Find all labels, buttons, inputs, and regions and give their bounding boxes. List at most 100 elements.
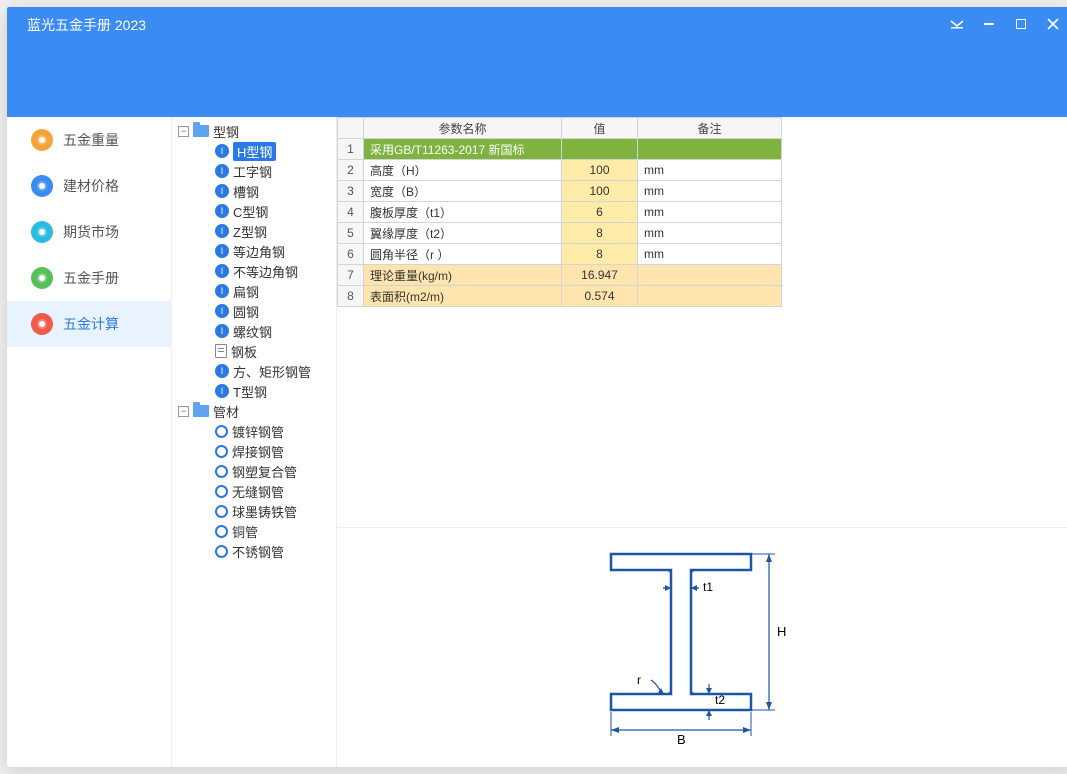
- tree-item[interactable]: 球墨铸铁管: [200, 501, 336, 521]
- tree-item[interactable]: I圆钢: [200, 301, 336, 321]
- info-badge-icon: I: [215, 184, 229, 198]
- tree-item[interactable]: I Z型钢: [200, 221, 336, 241]
- table-row[interactable]: 1采用GB/T11263-2017 新国标: [338, 139, 782, 160]
- tree-item[interactable]: 钢塑复合管: [200, 461, 336, 481]
- ring-icon: [215, 465, 228, 478]
- tree-item-label: 钢塑复合管: [232, 462, 297, 481]
- tree-item-label: Z型钢: [233, 222, 267, 241]
- ring-icon: [215, 545, 228, 558]
- tree-item-label: T型钢: [233, 382, 267, 401]
- collapse-icon[interactable]: −: [178, 126, 189, 137]
- sidebar-item-label: 五金计算: [63, 314, 119, 334]
- sidebar-icon: [31, 267, 53, 289]
- ring-icon: [215, 505, 228, 518]
- row-number: 1: [338, 139, 364, 160]
- param-name: 腹板厚度（t1）: [364, 202, 562, 223]
- minimize-icon: [984, 23, 994, 25]
- table-row[interactable]: 3宽度（B）100mm: [338, 181, 782, 202]
- ring-icon: [215, 525, 228, 538]
- folder-icon: [193, 125, 209, 137]
- param-note: [638, 265, 782, 286]
- tree-item-label: 镀锌钢管: [232, 422, 284, 441]
- sidebar-item-4[interactable]: 五金计算: [7, 301, 171, 347]
- param-value[interactable]: [562, 139, 638, 160]
- param-value[interactable]: 8: [562, 244, 638, 265]
- minimize-button[interactable]: [978, 13, 1000, 35]
- tree-item[interactable]: I螺纹钢: [200, 321, 336, 341]
- tree-item-label: 扁钢: [233, 282, 259, 301]
- sidebar-icon: [31, 221, 53, 243]
- tree-item[interactable]: I 扁钢: [200, 281, 336, 301]
- row-number: 4: [338, 202, 364, 223]
- tree-item[interactable]: I方、矩形钢管: [200, 361, 336, 381]
- param-value[interactable]: 16.947: [562, 265, 638, 286]
- app-window: { "app": { "title": "蓝光五金手册 2023" }, "si…: [7, 7, 1067, 767]
- info-badge-icon: I: [215, 324, 229, 338]
- tree-item[interactable]: 不锈钢管: [200, 541, 336, 561]
- param-name: 采用GB/T11263-2017 新国标: [364, 139, 562, 160]
- table-row[interactable]: 5翼缘厚度（t2）8mm: [338, 223, 782, 244]
- tree-item-label: 铜管: [232, 522, 258, 541]
- sidebar: 五金重量建材价格期货市场五金手册五金计算: [7, 117, 172, 767]
- tree-group[interactable]: −管材: [178, 401, 336, 421]
- close-button[interactable]: [1042, 13, 1064, 35]
- row-number: 2: [338, 160, 364, 181]
- tree-item[interactable]: 铜管: [200, 521, 336, 541]
- tree-item[interactable]: IH型钢: [200, 141, 336, 161]
- tree-item[interactable]: IC型钢: [200, 201, 336, 221]
- header-name: 参数名称: [364, 118, 562, 139]
- tree-item[interactable]: I槽钢: [200, 181, 336, 201]
- table-row[interactable]: 6圆角半径（r ）8mm: [338, 244, 782, 265]
- label-t1: t1: [703, 580, 713, 594]
- info-badge-icon: I: [215, 224, 229, 238]
- sidebar-item-label: 五金手册: [63, 268, 119, 288]
- sidebar-item-label: 期货市场: [63, 222, 119, 242]
- header-rownum: [338, 118, 364, 139]
- params-table-wrap: 参数名称 值 备注 1采用GB/T11263-2017 新国标2高度（H）100…: [337, 117, 1067, 307]
- tree-item[interactable]: 焊接钢管: [200, 441, 336, 461]
- table-row[interactable]: 7理论重量(kg/m)16.947: [338, 265, 782, 286]
- param-value[interactable]: 100: [562, 160, 638, 181]
- header-note: 备注: [638, 118, 782, 139]
- sidebar-item-2[interactable]: 期货市场: [7, 209, 171, 255]
- table-row[interactable]: 8表面积(m2/m)0.574: [338, 286, 782, 307]
- param-note: mm: [638, 202, 782, 223]
- label-r: r: [637, 673, 641, 687]
- dropdown-icon[interactable]: [946, 13, 968, 35]
- sidebar-item-3[interactable]: 五金手册: [7, 255, 171, 301]
- body: 五金重量建材价格期货市场五金手册五金计算 −型钢IH型钢I工字钢I槽钢IC型钢I…: [7, 117, 1067, 767]
- maximize-button[interactable]: [1010, 13, 1032, 35]
- param-value[interactable]: 0.574: [562, 286, 638, 307]
- param-value[interactable]: 100: [562, 181, 638, 202]
- param-value[interactable]: 8: [562, 223, 638, 244]
- info-badge-icon: I: [215, 384, 229, 398]
- info-badge-icon: I: [215, 364, 229, 378]
- tree-item-label: 焊接钢管: [232, 442, 284, 461]
- param-name: 圆角半径（r ）: [364, 244, 562, 265]
- tree-pane: −型钢IH型钢I工字钢I槽钢IC型钢IZ型钢I等边角钢I不等边角钢I扁钢I圆钢I…: [172, 117, 337, 767]
- param-name: 高度（H）: [364, 160, 562, 181]
- tree-item[interactable]: I T型钢: [200, 381, 336, 401]
- params-table: 参数名称 值 备注 1采用GB/T11263-2017 新国标2高度（H）100…: [337, 117, 782, 307]
- content-pane: 参数名称 值 备注 1采用GB/T11263-2017 新国标2高度（H）100…: [337, 117, 1067, 767]
- info-badge-icon: I: [215, 284, 229, 298]
- sidebar-item-1[interactable]: 建材价格: [7, 163, 171, 209]
- tree-item[interactable]: 无缝钢管: [200, 481, 336, 501]
- tree-item[interactable]: I不等边角钢: [200, 261, 336, 281]
- tree-item[interactable]: I等边角钢: [200, 241, 336, 261]
- tree-item-label: 不等边角钢: [233, 262, 298, 281]
- table-row[interactable]: 2高度（H）100mm: [338, 160, 782, 181]
- tree-group[interactable]: −型钢: [178, 121, 336, 141]
- collapse-icon[interactable]: −: [178, 406, 189, 417]
- sidebar-item-0[interactable]: 五金重量: [7, 117, 171, 163]
- tree-item[interactable]: 钢板: [200, 341, 336, 361]
- table-row[interactable]: 4腹板厚度（t1）6mm: [338, 202, 782, 223]
- param-note: [638, 286, 782, 307]
- tree-item-label: 球墨铸铁管: [232, 502, 297, 521]
- param-note: [638, 139, 782, 160]
- tree-item[interactable]: 镀锌钢管: [200, 421, 336, 441]
- tree-item[interactable]: I工字钢: [200, 161, 336, 181]
- param-value[interactable]: 6: [562, 202, 638, 223]
- info-badge-icon: I: [215, 244, 229, 258]
- param-name: 理论重量(kg/m): [364, 265, 562, 286]
